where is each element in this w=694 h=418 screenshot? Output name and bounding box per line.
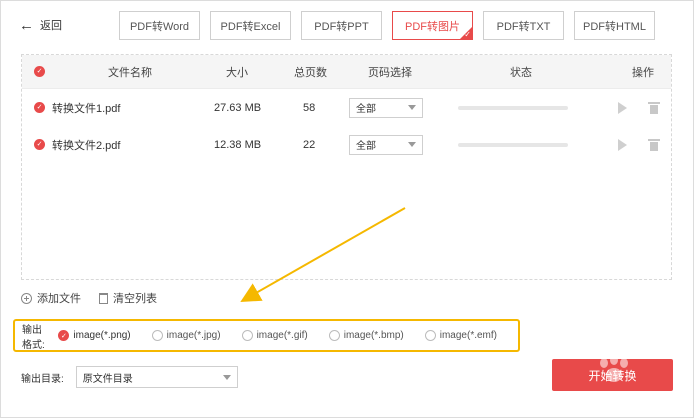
play-icon[interactable] — [618, 138, 627, 151]
check-icon: ✓ — [464, 30, 471, 39]
output-directory-label: 输出目录: — [21, 373, 64, 385]
conversion-tabs: PDF转Word PDF转Excel PDF转PPT PDF转图片 ✓ PDF转… — [119, 11, 655, 40]
format-option-label: image(*.gif) — [256, 330, 308, 341]
table-header: ✓ 文件名称 大小 总页数 页码选择 状态 操作 — [22, 55, 671, 89]
arrow-left-icon: ← — [19, 16, 34, 34]
clear-list-button[interactable]: 清空列表 — [99, 290, 157, 306]
tab-label: PDF转Excel — [220, 20, 281, 33]
column-header-page-select: 页码选择 — [368, 66, 412, 79]
select-all-checkbox[interactable]: ✓ — [34, 66, 45, 77]
trash-lid — [648, 101, 660, 104]
format-option-gif[interactable]: image(*.gif) — [241, 330, 308, 341]
add-file-button[interactable]: 添加文件 — [21, 290, 81, 306]
tab-label: PDF转TXT — [496, 20, 551, 33]
file-size: 12.38 MB — [214, 138, 262, 151]
column-header-status: 状态 — [510, 66, 532, 79]
format-option-png[interactable]: ✓ image(*.png) — [58, 330, 131, 341]
tab-label: PDF转HTML — [583, 20, 646, 33]
list-actions: 添加文件 清空列表 — [21, 290, 157, 306]
plus-circle-icon — [21, 292, 32, 304]
column-header-name: 文件名称 — [108, 66, 152, 79]
tab-label: PDF转PPT — [314, 20, 369, 33]
play-icon[interactable] — [618, 101, 627, 114]
table-row: ✓ 转换文件1.pdf 27.63 MB 58 全部 — [22, 89, 671, 126]
trash-icon — [99, 292, 108, 304]
file-size: 27.63 MB — [214, 101, 262, 114]
tab-pdf-to-ppt[interactable]: PDF转PPT — [301, 11, 382, 40]
row-checkbox[interactable]: ✓ — [34, 102, 45, 113]
output-format-group: 输出格式: ✓ image(*.png) image(*.jpg) image(… — [13, 319, 520, 352]
page-select-dropdown[interactable]: 全部 — [349, 97, 423, 118]
format-option-label: image(*.emf) — [439, 330, 497, 341]
output-directory-dropdown[interactable]: 原文件目录 — [75, 366, 238, 388]
add-file-label: 添加文件 — [37, 293, 81, 305]
row-checkbox[interactable]: ✓ — [34, 139, 45, 150]
radio-icon — [151, 330, 163, 341]
back-label: 返回 — [40, 20, 62, 32]
tab-pdf-to-excel[interactable]: PDF转Excel — [210, 11, 291, 40]
radio-icon — [241, 330, 253, 341]
tab-pdf-to-image[interactable]: PDF转图片 ✓ — [392, 11, 473, 40]
format-option-label: image(*.png) — [73, 330, 131, 341]
page-count: 58 — [303, 101, 316, 114]
column-header-pages: 总页数 — [294, 66, 327, 79]
start-convert-label: 开始转换 — [588, 368, 637, 383]
tab-label: PDF转图片 — [405, 20, 460, 33]
radio-icon — [328, 330, 340, 341]
page-select-dropdown[interactable]: 全部 — [349, 134, 423, 155]
file-name: 转换文件1.pdf — [52, 102, 121, 115]
format-option-emf[interactable]: image(*.emf) — [424, 330, 497, 341]
format-option-bmp[interactable]: image(*.bmp) — [328, 330, 404, 341]
trash-body — [650, 104, 658, 114]
output-directory: 输出目录: 原文件目录 — [21, 366, 238, 388]
radio-checked-icon: ✓ — [58, 330, 70, 341]
file-table: ✓ 文件名称 大小 总页数 页码选择 状态 操作 ✓ 转换文件1.pdf 27.… — [21, 54, 672, 280]
table-row: ✓ 转换文件2.pdf 12.38 MB 22 全部 — [22, 126, 671, 163]
column-header-size: 大小 — [226, 66, 248, 79]
conversion-progress — [458, 105, 568, 110]
conversion-progress — [458, 142, 568, 147]
start-convert-button[interactable]: 开始转换 — [552, 359, 673, 391]
output-directory-value: 原文件目录 — [82, 373, 133, 385]
file-name: 转换文件2.pdf — [52, 139, 121, 152]
format-option-jpg[interactable]: image(*.jpg) — [151, 330, 221, 341]
clear-list-label: 清空列表 — [113, 293, 157, 305]
chevron-down-icon — [408, 105, 416, 110]
trash-body — [650, 141, 658, 151]
tab-pdf-to-word[interactable]: PDF转Word — [119, 11, 200, 40]
format-option-label: image(*.jpg) — [166, 330, 221, 341]
radio-icon — [424, 330, 436, 341]
tab-pdf-to-txt[interactable]: PDF转TXT — [483, 11, 564, 40]
format-option-label: image(*.bmp) — [343, 330, 404, 341]
trash-icon[interactable] — [648, 138, 660, 151]
chevron-down-icon — [222, 374, 231, 380]
tab-label: PDF转Word — [129, 20, 190, 33]
trash-lid — [648, 138, 660, 141]
output-format-label: 输出格式: — [22, 324, 45, 351]
page-select-value: 全部 — [356, 141, 376, 152]
app-window: ← 返回 PDF转Word PDF转Excel PDF转PPT PDF转图片 ✓… — [0, 0, 694, 418]
column-header-actions: 操作 — [632, 66, 654, 79]
back-button[interactable]: ← 返回 — [19, 17, 62, 33]
page-count: 22 — [303, 138, 316, 151]
tab-pdf-to-html[interactable]: PDF转HTML — [574, 11, 655, 40]
trash-icon[interactable] — [648, 101, 660, 114]
page-select-value: 全部 — [356, 104, 376, 115]
chevron-down-icon — [408, 142, 416, 147]
